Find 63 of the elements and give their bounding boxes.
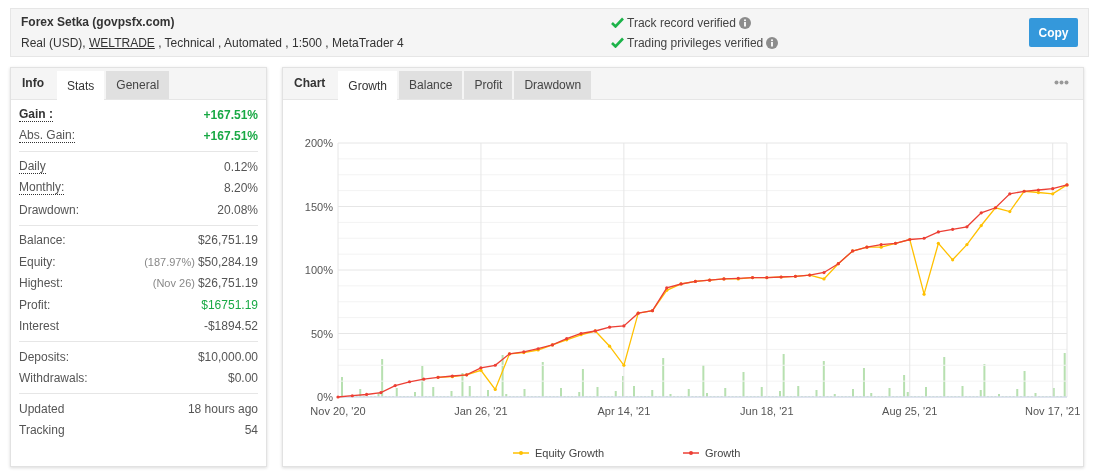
stat-note: (Nov 26) <box>152 276 195 291</box>
legend-label: Growth <box>705 447 741 459</box>
verification-label: Trading privileges verified <box>627 34 764 52</box>
stat-label: Deposits: <box>19 348 70 366</box>
account-title: Forex Setka (govpsfx.com) <box>21 14 176 31</box>
stat-value: 18 hours ago <box>187 400 258 418</box>
stat-label: Interest <box>19 318 60 336</box>
stat-value: 54 <box>244 422 258 440</box>
axis-label: Jun 18, '21 <box>740 405 794 417</box>
stat-label: Equity: <box>19 253 56 271</box>
axis-label: 0% <box>317 391 333 403</box>
stat-label: Updated <box>19 400 65 418</box>
legend-item[interactable]: Growth <box>682 447 741 459</box>
stat-value: 8.20% <box>223 180 258 198</box>
legend-label: Equity Growth <box>535 447 605 459</box>
info-icon[interactable] <box>766 36 779 49</box>
tab[interactable]: Profit <box>464 71 513 99</box>
broker-link[interactable]: WELTRADE <box>89 34 155 52</box>
tab[interactable]: Growth <box>338 71 398 100</box>
axis-label: Nov 17, '21 <box>1025 405 1081 417</box>
verification-label: Track record verified <box>627 14 736 32</box>
stat-value: $26,751.19 <box>197 232 258 250</box>
panel-heading[interactable]: Info <box>11 67 55 99</box>
axis-label: Nov 20, '20 <box>310 405 366 417</box>
axis-label: Jan 26, '21 <box>454 405 508 417</box>
stat-value: $0.00 <box>227 370 258 388</box>
stat-label: Daily <box>19 159 46 174</box>
tab[interactable]: Balance <box>399 71 463 99</box>
stat-label: Balance: <box>19 232 66 250</box>
tab[interactable]: General <box>106 71 170 99</box>
stat-value: $16751.19 <box>201 296 258 314</box>
axis-label: 150% <box>304 200 333 213</box>
account-details: , Technical , Automated , 1:500 , MetaTrader 4 <box>157 35 404 52</box>
line-series <box>337 184 1068 398</box>
stat-value: $10,000.00 <box>197 348 258 366</box>
stat-value: +167.51% <box>203 106 258 124</box>
stat-value: 0.12% <box>223 158 258 176</box>
panel-heading[interactable]: Chart <box>283 67 337 99</box>
axis-label: 200% <box>304 137 333 149</box>
tab[interactable]: Stats <box>57 71 105 100</box>
info-icon[interactable] <box>738 16 751 29</box>
stat-label: Withdrawals: <box>19 370 88 388</box>
legend-item[interactable]: Equity Growth <box>512 447 605 459</box>
stat-label: Drawdown: <box>19 201 80 219</box>
stat-note: (187.97%) <box>144 254 195 270</box>
stat-value: 20.08% <box>217 201 258 219</box>
stat-label: Profit: <box>19 296 51 314</box>
axis-label: 50% <box>310 327 333 340</box>
tab[interactable]: Drawdown <box>514 71 592 99</box>
stat-label: Gain : <box>19 107 53 122</box>
stat-label: Tracking <box>19 422 65 440</box>
more-icon[interactable] <box>1054 80 1069 85</box>
axis-label: Apr 14, '21 <box>597 405 651 417</box>
account-details: Real (USD), <box>21 35 87 52</box>
stat-value: -$1894.52 <box>203 318 258 336</box>
stat-value: +167.51% <box>203 128 258 146</box>
stat-label: Monthly: <box>19 181 65 196</box>
axis-label: 100% <box>304 264 333 276</box>
axis-label: Aug 25, '21 <box>882 405 938 417</box>
stat-value: $50,284.19 <box>197 253 258 271</box>
stat-label: Abs. Gain: <box>19 129 76 144</box>
stat-value: $26,751.19 <box>197 275 258 293</box>
stat-label: Highest: <box>19 275 64 293</box>
